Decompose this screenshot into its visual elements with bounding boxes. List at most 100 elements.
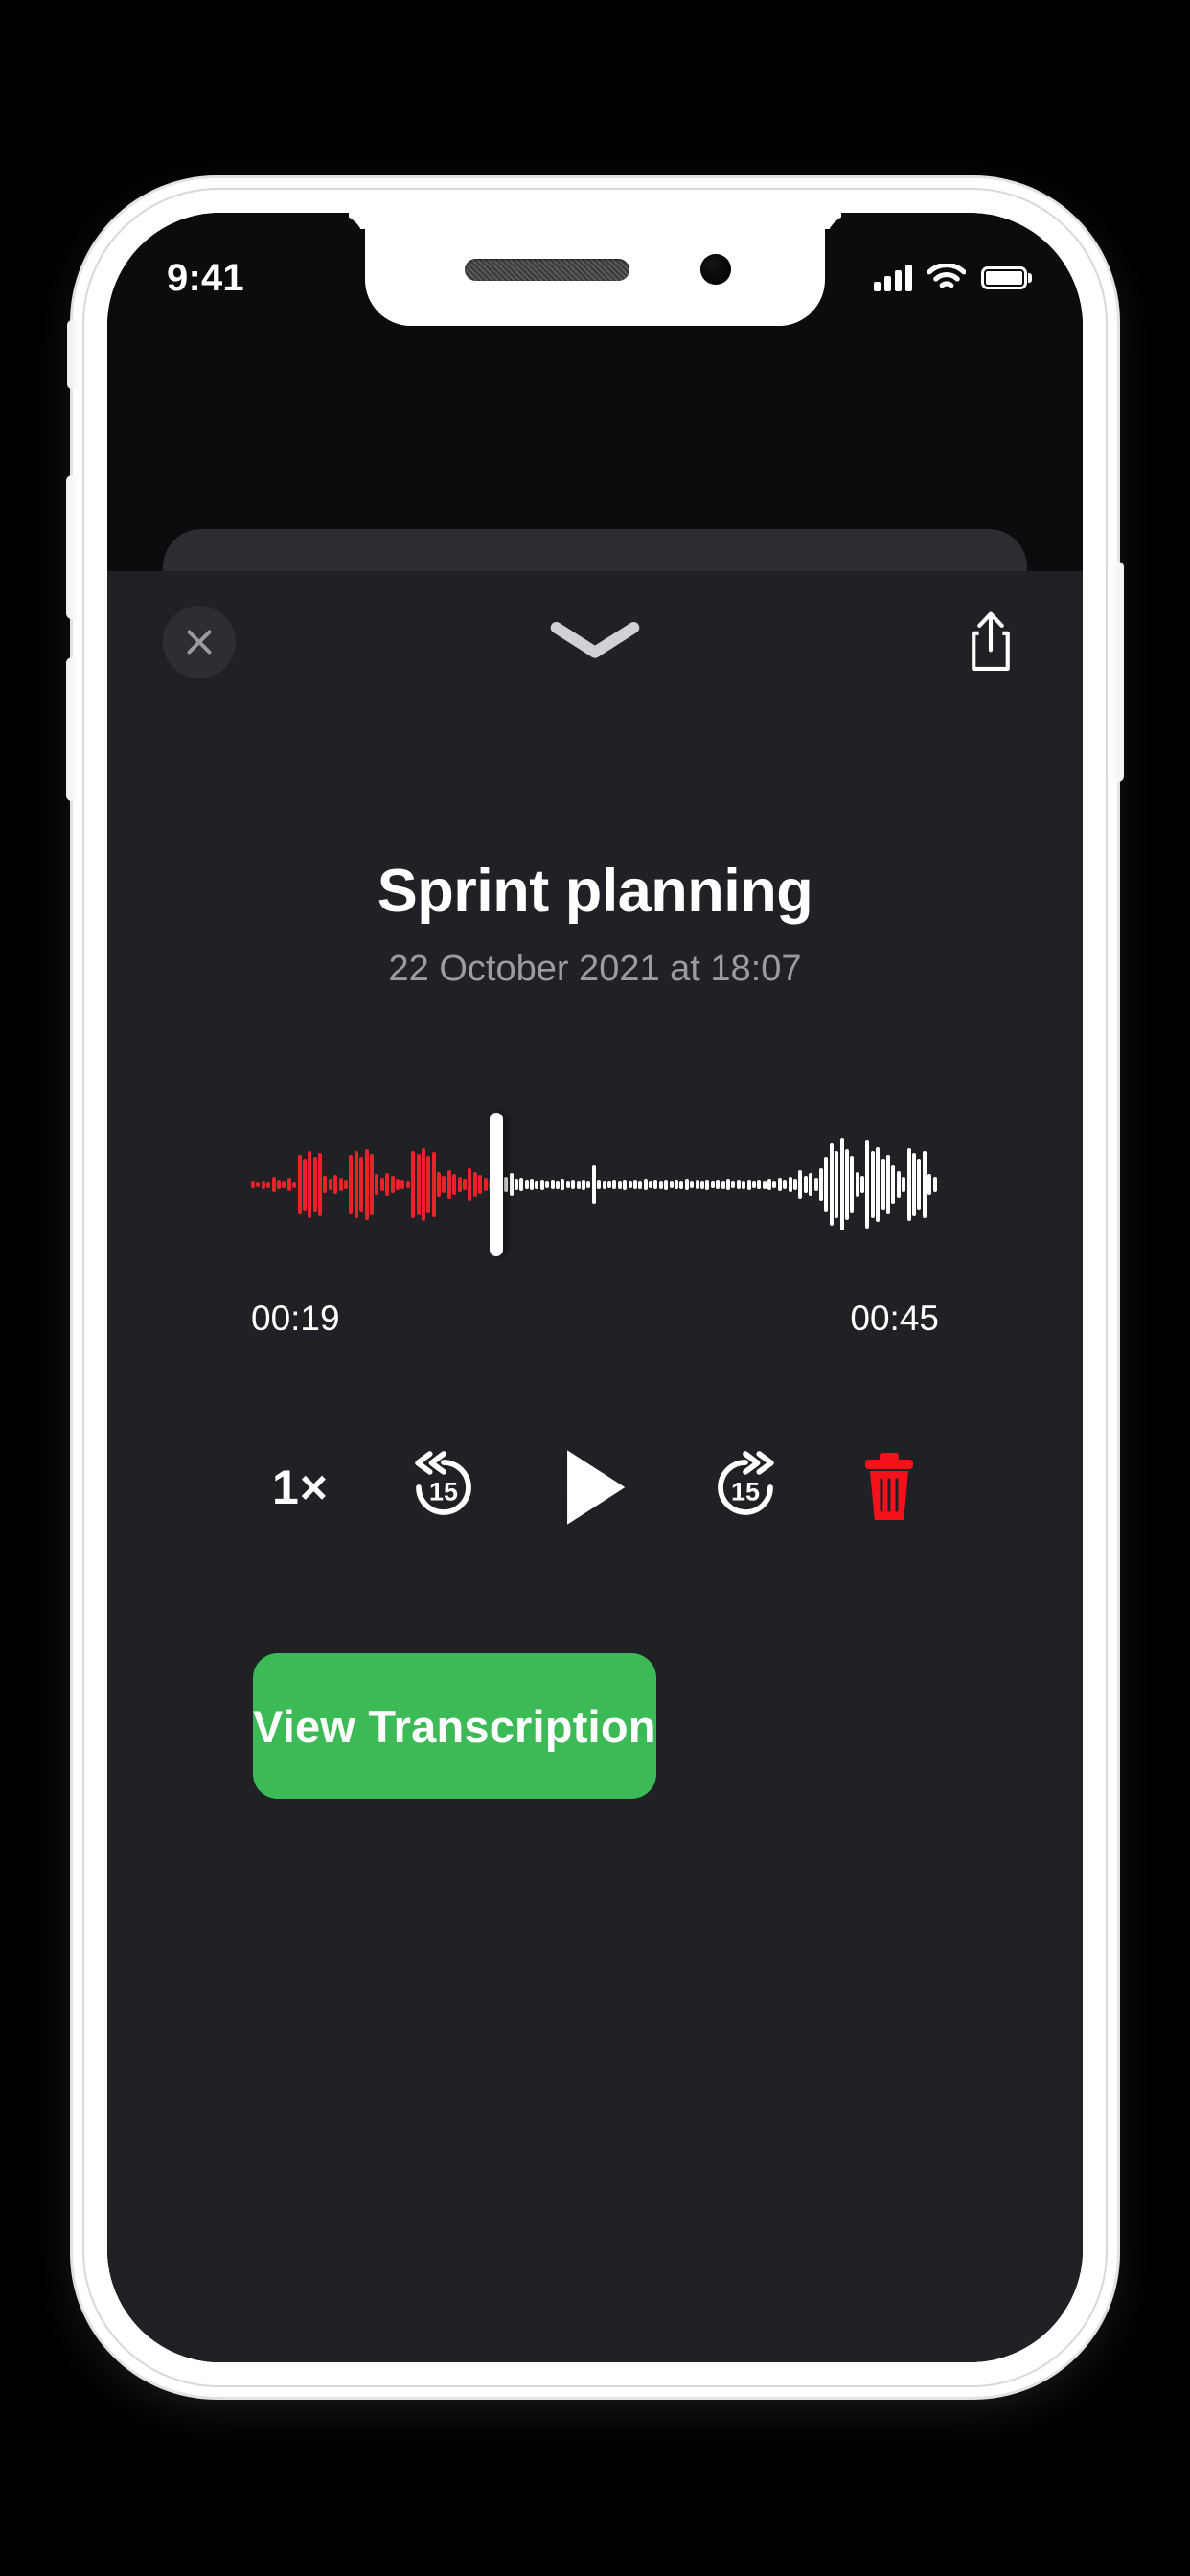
waveform-bar (431, 1152, 436, 1217)
waveform-bar (906, 1148, 911, 1221)
waveform-bar (746, 1179, 751, 1190)
waveform-bar (349, 1155, 354, 1214)
recording-date: 22 October 2021 at 18:07 (388, 949, 802, 989)
waveform-bar (912, 1153, 916, 1216)
view-transcription-button[interactable]: View Transcription (253, 1653, 656, 1799)
playhead-indicator[interactable] (490, 1113, 504, 1256)
waveform-bar (870, 1151, 875, 1218)
playback-speed-button[interactable]: 1× (272, 1460, 329, 1515)
status-bar-indicators (874, 264, 1027, 292)
waveform-bar (896, 1171, 901, 1198)
waveform-bar (565, 1181, 570, 1188)
waveform-bar (772, 1181, 777, 1188)
waveform-bar (932, 1177, 937, 1192)
waveform-bar (798, 1170, 803, 1199)
waveform-scrubber[interactable] (251, 1113, 939, 1256)
waveform-bar (632, 1180, 637, 1189)
sheet-drag-handle[interactable] (538, 608, 652, 669)
waveform-bar (457, 1177, 462, 1192)
waveform-bars[interactable] (251, 1113, 939, 1256)
waveform-bar (261, 1180, 265, 1189)
waveform-bar (803, 1176, 808, 1193)
rewind-15-button[interactable]: 15 (402, 1446, 485, 1529)
waveform-bar (442, 1176, 446, 1193)
waveform-bar (426, 1156, 431, 1213)
waveform-bar (379, 1178, 384, 1191)
recording-detail-sheet: Sprint planning 22 October 2021 at 18:07… (107, 571, 1083, 2362)
waveform-bar (375, 1174, 379, 1195)
share-button[interactable] (954, 600, 1027, 682)
waveform-bar (902, 1177, 906, 1192)
app-background: Sprint planning 22 October 2021 at 18:07… (107, 213, 1083, 2362)
volume-down-button[interactable] (66, 657, 79, 801)
waveform-bar (308, 1151, 312, 1218)
waveform-bar (860, 1176, 865, 1193)
waveform-bar (597, 1180, 602, 1189)
waveform-bar (411, 1151, 416, 1218)
waveform-bar (535, 1180, 539, 1189)
waveform-bar (886, 1155, 891, 1214)
waveform-bar (385, 1173, 390, 1196)
waveform-bar (783, 1180, 788, 1189)
waveform-bar (876, 1147, 881, 1222)
waveform-bar (725, 1179, 730, 1190)
waveform-bar (323, 1176, 328, 1193)
page-title: Sprint planning (377, 858, 813, 925)
waveform-bar (416, 1154, 421, 1215)
waveform-bar (582, 1179, 585, 1190)
close-icon (187, 630, 212, 655)
waveform-bar (716, 1180, 721, 1189)
waveform-bar (623, 1179, 628, 1190)
waveform-bar (664, 1179, 669, 1190)
waveform-bar (400, 1180, 405, 1189)
screenshot-root: Sprint planning 22 October 2021 at 18:07… (0, 0, 1190, 2576)
delete-button[interactable] (860, 1450, 918, 1525)
waveform-bar (364, 1149, 369, 1220)
waveform-bar (519, 1178, 524, 1191)
waveform-bar (446, 1170, 451, 1199)
device-notch (365, 213, 825, 326)
waveform-bar (524, 1180, 529, 1189)
waveform-bar (865, 1140, 870, 1229)
waveform-bar (421, 1148, 425, 1221)
waveform-bar (369, 1154, 374, 1215)
waveform-bar (788, 1177, 792, 1192)
waveform-bar (809, 1173, 813, 1196)
waveform-bar (757, 1180, 762, 1189)
close-button[interactable] (163, 606, 236, 678)
waveform-bar (699, 1180, 704, 1189)
waveform-bar (653, 1180, 658, 1189)
waveform-bar (276, 1180, 281, 1189)
waveform-bar (514, 1179, 518, 1190)
sheet-toolbar (107, 571, 1083, 715)
forward-15-button[interactable]: 15 (704, 1446, 787, 1529)
waveform-bar (917, 1159, 922, 1210)
waveform-bar (658, 1180, 663, 1189)
waveform-bar (835, 1151, 839, 1218)
waveform-bar (530, 1179, 535, 1190)
waveform-bar (282, 1181, 286, 1188)
waveform-bar (602, 1180, 606, 1189)
waveform-bar (390, 1176, 395, 1193)
waveform-bar (669, 1181, 674, 1188)
waveform-bar (675, 1180, 679, 1189)
waveform-bar (742, 1180, 746, 1189)
waveform-bar (922, 1151, 927, 1218)
waveform-bar (617, 1180, 622, 1189)
waveform-bar (504, 1177, 509, 1192)
power-button[interactable] (1111, 562, 1124, 782)
recording-header: Sprint planning 22 October 2021 at 18:07 (107, 857, 1083, 990)
play-button[interactable] (558, 1446, 630, 1529)
waveform-bar (405, 1181, 410, 1188)
waveform-bar (286, 1178, 291, 1191)
waveform-bar (483, 1178, 488, 1191)
waveform-bar (395, 1179, 400, 1190)
waveform-bar (762, 1180, 767, 1189)
waveform-bar (472, 1172, 477, 1197)
waveform-bar (612, 1180, 617, 1189)
waveform-bar (721, 1180, 725, 1189)
volume-up-button[interactable] (66, 475, 79, 619)
mute-switch-button[interactable] (67, 320, 79, 389)
waveform-bar (690, 1181, 695, 1188)
forward-15-icon: 15 (718, 1451, 774, 1515)
